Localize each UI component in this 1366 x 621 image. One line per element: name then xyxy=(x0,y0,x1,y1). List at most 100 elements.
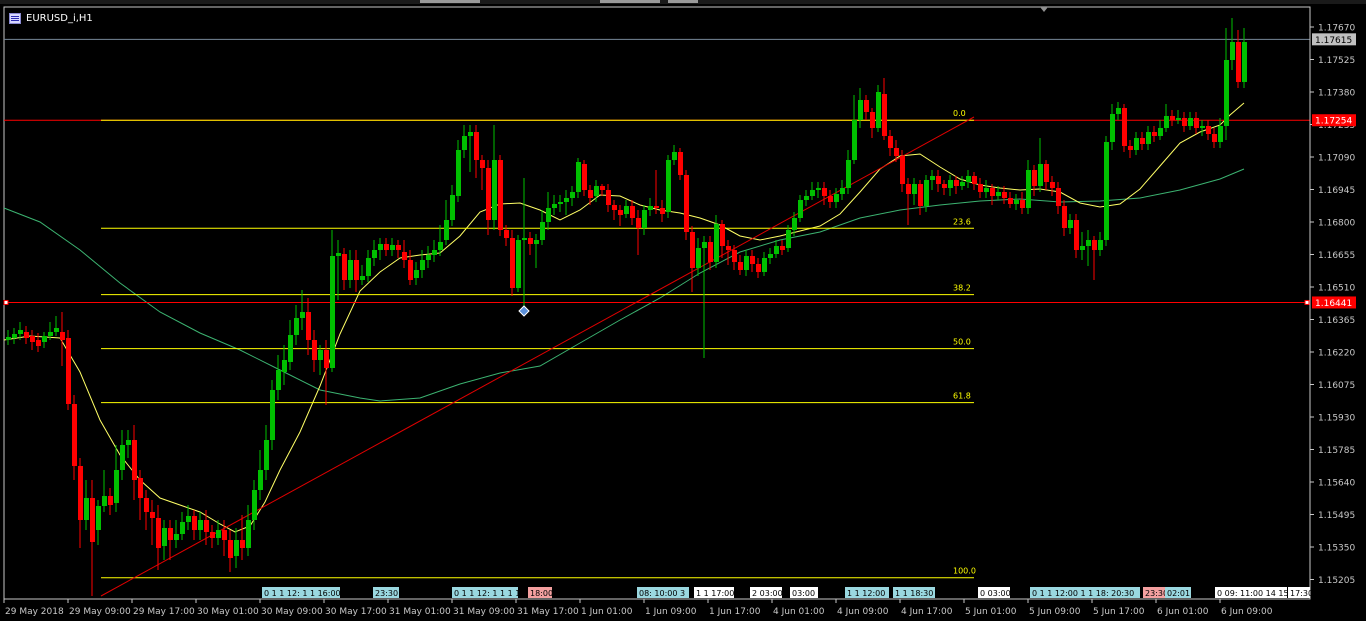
price-axis-label: 1.16220 xyxy=(1318,349,1355,359)
candle-bull xyxy=(300,312,305,318)
candle-bear xyxy=(1140,138,1145,144)
candle-bear xyxy=(990,188,995,196)
time-axis-label: 6 Jun 09:00 xyxy=(1221,607,1273,617)
candle-bull xyxy=(426,255,431,260)
candle-bear xyxy=(900,156,905,184)
candle-bear xyxy=(108,496,113,505)
candle-bull xyxy=(174,534,179,540)
event-marker-label: 18:00 xyxy=(530,589,553,598)
candle-bear xyxy=(1062,206,1067,228)
price-chart[interactable]: 0.0 23.6 38.2 50.0 61.8 100.0 1.17670 1.17525 1.… xyxy=(0,0,1366,621)
candle-bull xyxy=(414,270,419,278)
candle-bull xyxy=(1218,126,1223,142)
candle-bull xyxy=(336,253,341,256)
candle-bull xyxy=(270,390,275,440)
candle-bull xyxy=(1134,138,1139,150)
price-axis-label: 1.17670 xyxy=(1318,24,1355,34)
candle-bear xyxy=(678,152,683,175)
candle-bear xyxy=(954,180,959,186)
candle-bear xyxy=(1002,192,1007,198)
candle-bull xyxy=(162,528,167,546)
candle-bear xyxy=(402,252,407,260)
candle-bull xyxy=(576,162,581,192)
candle-bear xyxy=(240,540,245,548)
candle-bull xyxy=(744,256,749,270)
candle-bull xyxy=(1224,60,1229,126)
candle-bear xyxy=(1074,220,1079,250)
candle-bull xyxy=(834,194,839,202)
candle-bull xyxy=(804,196,809,200)
candle-bear xyxy=(384,244,389,250)
candle-bear xyxy=(342,254,347,280)
price-axis-label: 1.15495 xyxy=(1318,511,1355,521)
price-axis-label: 1.16800 xyxy=(1318,219,1355,229)
candle-bull xyxy=(114,470,119,503)
candle-bear xyxy=(918,184,923,206)
time-axis-label: 1 Jun 09:00 xyxy=(645,607,697,617)
alert-level-tag-mid: 1.16441 xyxy=(1315,299,1352,309)
candle-bull xyxy=(12,334,17,338)
candle-bear xyxy=(756,264,761,272)
current-bid-tag: 1.17615 xyxy=(1315,36,1352,46)
candle-bull xyxy=(558,202,563,204)
object-anchor-icon[interactable] xyxy=(518,305,530,317)
chart-shift-marker[interactable] xyxy=(1040,7,1048,12)
candle-bull xyxy=(846,160,851,188)
candle-bull xyxy=(1038,164,1043,186)
candle-bear xyxy=(498,160,503,230)
candle-bull xyxy=(372,250,377,258)
candle-bull xyxy=(288,335,293,362)
event-marker-label: 0 03:00 xyxy=(980,589,1011,598)
candle-bear xyxy=(144,498,149,512)
candle-bull xyxy=(996,192,1001,196)
candle-bull xyxy=(180,522,185,534)
price-axis-label: 1.15785 xyxy=(1318,446,1355,456)
candle-bear xyxy=(732,250,737,262)
candle-bull xyxy=(294,318,299,335)
time-axis-label: 6 Jun 01:00 xyxy=(1157,607,1209,617)
candle-bull xyxy=(522,238,527,240)
candle-bull xyxy=(924,180,929,206)
candle-bull xyxy=(966,176,971,182)
candle-bear xyxy=(306,312,311,340)
candle-bear xyxy=(636,218,641,228)
price-axis-label: 1.15205 xyxy=(1318,576,1355,586)
candle-bear xyxy=(894,148,899,156)
candle-bear xyxy=(906,184,911,194)
candle-bull xyxy=(702,242,707,248)
candle-bull xyxy=(1176,118,1181,120)
candle-bear xyxy=(1122,108,1127,146)
level-handle-right[interactable] xyxy=(1304,299,1310,305)
candle-bear xyxy=(654,206,659,208)
candle-bull xyxy=(1098,240,1103,250)
price-axis-label: 1.15930 xyxy=(1318,414,1355,424)
candle-bear xyxy=(210,532,215,538)
candle-bear xyxy=(324,350,329,368)
candle-bull xyxy=(564,198,569,202)
candle-bull xyxy=(102,496,107,506)
candle-bull xyxy=(984,188,989,192)
candle-bear xyxy=(600,186,605,190)
candle-bear xyxy=(510,238,515,288)
fib-level-label: 50.0 xyxy=(953,338,971,347)
candle-bear xyxy=(24,332,29,338)
candle-bear xyxy=(942,184,947,188)
candle-bear xyxy=(726,246,731,250)
candle-bear xyxy=(612,205,617,210)
candle-bull xyxy=(540,222,545,240)
candle-bear xyxy=(1092,240,1097,250)
candle-bull xyxy=(858,100,863,120)
time-axis-label: 4 Jun 17:00 xyxy=(901,607,953,617)
fib-level-label: 23.6 xyxy=(953,217,971,226)
candle-bull xyxy=(120,445,125,470)
time-axis-label: 29 May 09:00 xyxy=(69,607,131,617)
candle-bear xyxy=(630,206,635,218)
candle-bear xyxy=(660,208,665,214)
fib-level-label: 0.0 xyxy=(953,109,966,118)
candle-bull xyxy=(1188,118,1193,126)
candle-bear xyxy=(588,190,593,198)
candle-bull xyxy=(282,360,287,372)
level-handle-left[interactable] xyxy=(3,299,9,305)
candle-bear xyxy=(396,245,401,250)
candle-bull xyxy=(1116,108,1121,114)
